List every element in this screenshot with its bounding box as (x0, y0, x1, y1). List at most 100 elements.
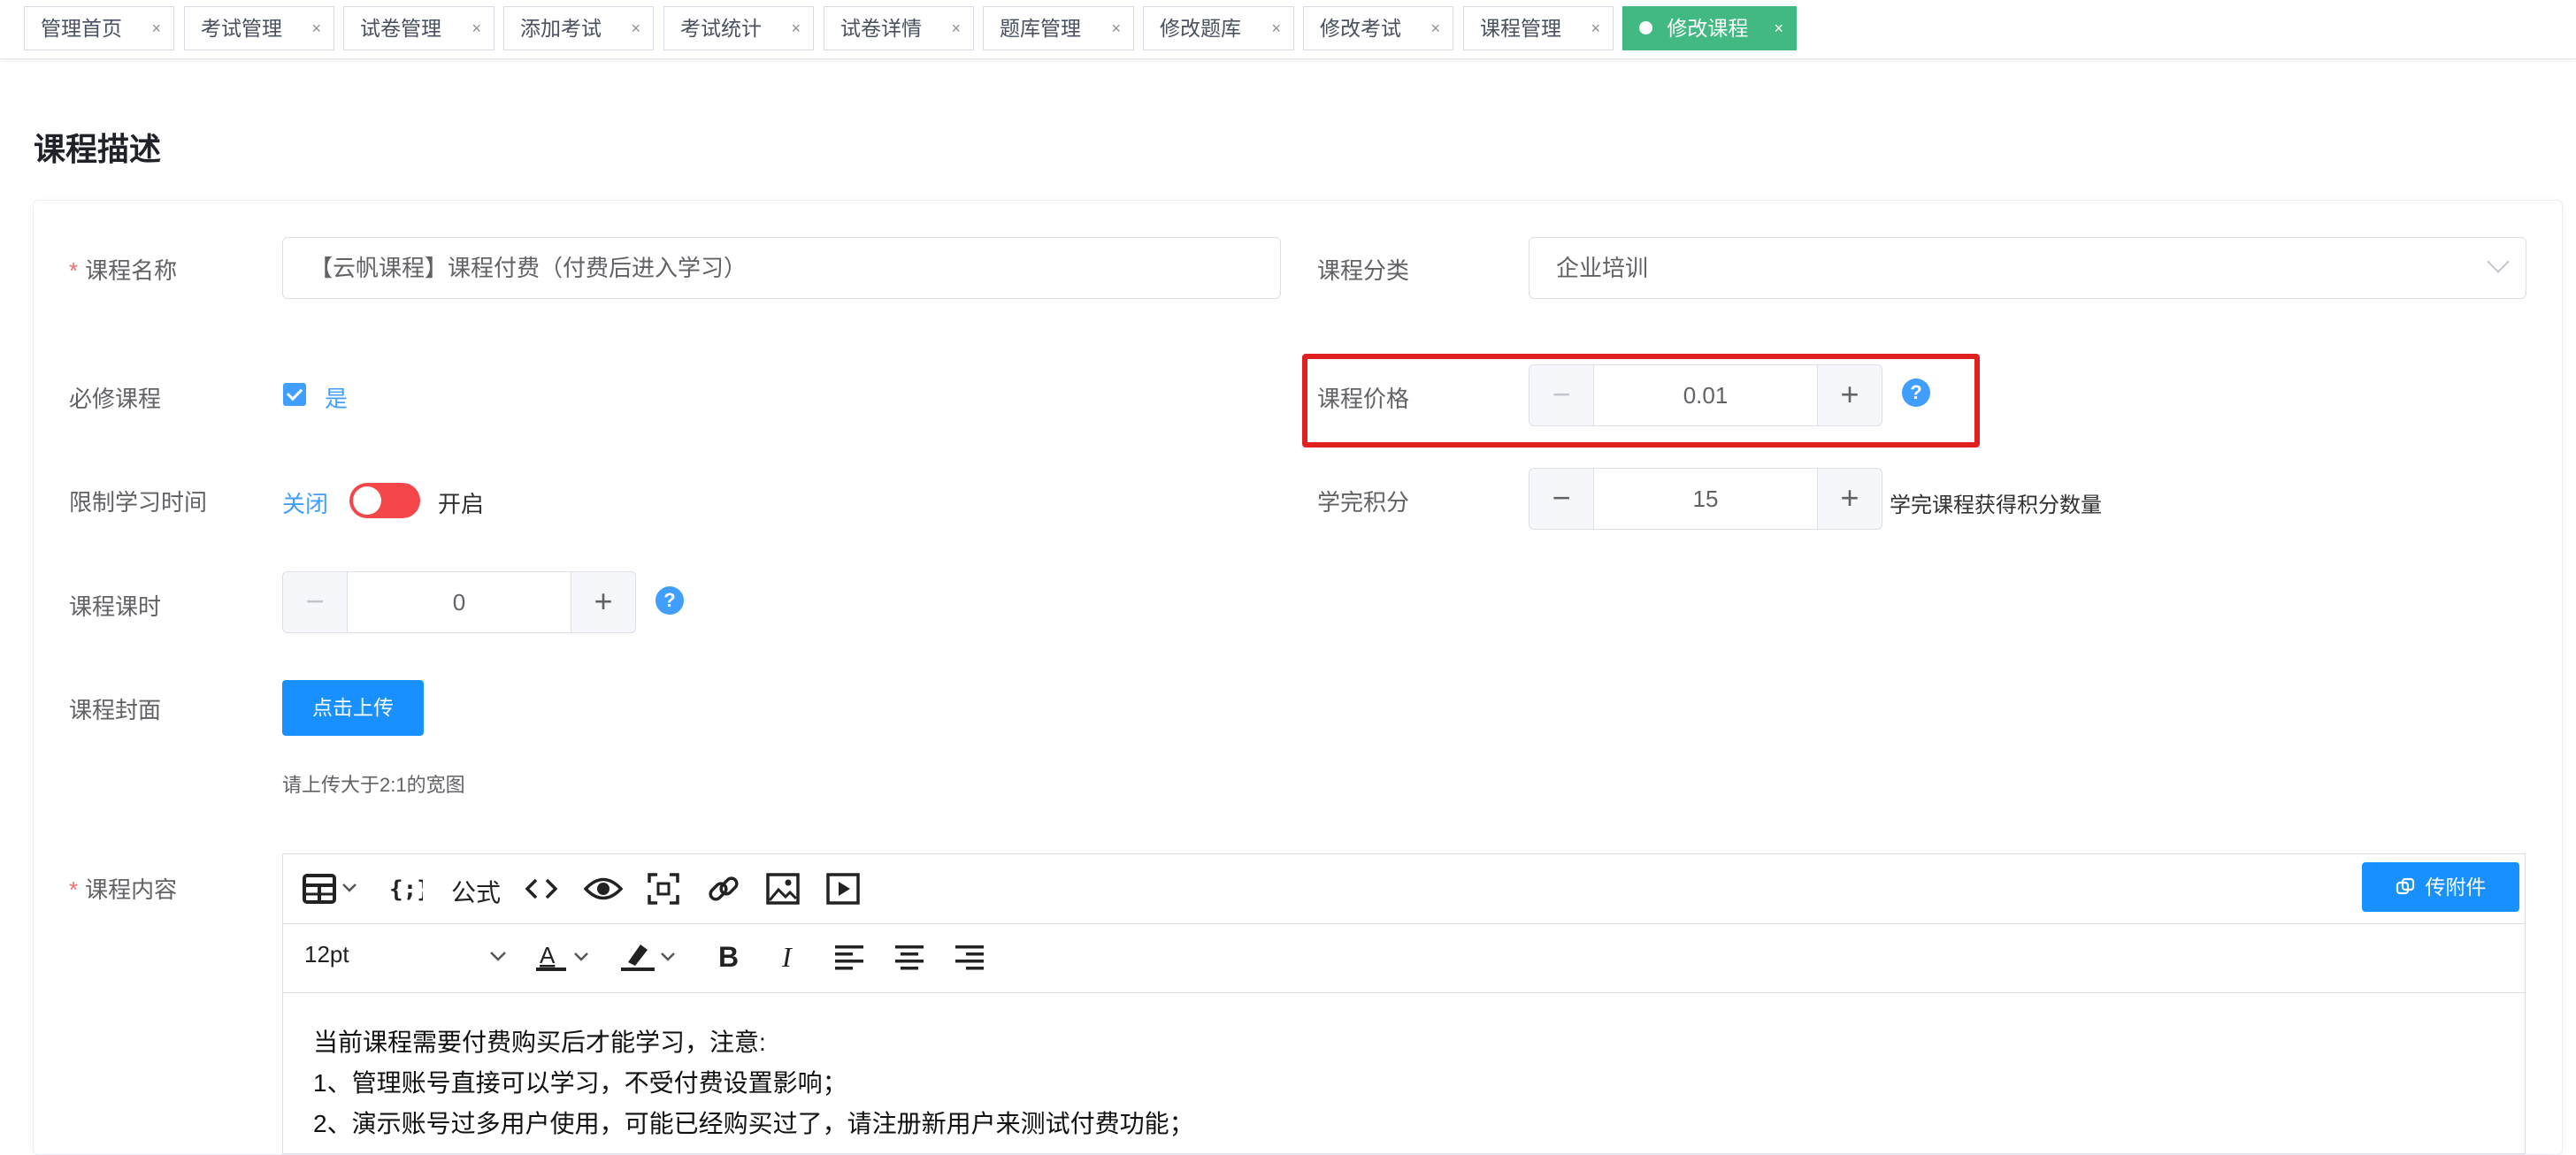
close-icon[interactable]: × (1111, 7, 1121, 50)
rich-text-editor[interactable]: {;} 公式 传附件 12pt (282, 853, 2526, 1154)
chevron-down-icon[interactable] (488, 943, 508, 975)
close-icon[interactable]: × (151, 7, 161, 50)
close-icon[interactable]: × (472, 7, 481, 50)
switch-knob (353, 486, 381, 515)
tab-exam-management[interactable]: 考试管理 × (184, 6, 334, 50)
required-course-label: 必修课程 (69, 386, 162, 412)
close-icon[interactable]: × (1271, 7, 1281, 50)
tab-label: 修改考试 (1320, 17, 1401, 40)
align-right-icon[interactable] (954, 941, 985, 979)
label-text: 课程内容 (85, 876, 178, 903)
content-line: 1、管理账号直接可以学习，不受付费设置影响； (313, 1069, 847, 1097)
completion-points-value[interactable]: 15 (1593, 469, 1818, 529)
close-icon[interactable]: × (311, 7, 321, 50)
required-course-checkbox[interactable] (283, 383, 306, 406)
text-color-icon[interactable]: A (534, 939, 591, 981)
svg-text:I: I (781, 941, 793, 973)
attach-button[interactable]: 传附件 (2362, 862, 2519, 912)
tab-label: 课程管理 (1480, 17, 1561, 40)
tab-paper-management[interactable]: 试卷管理 × (343, 6, 494, 50)
tab-admin-home[interactable]: 管理首页 × (24, 6, 174, 50)
tab-add-exam[interactable]: 添加考试 × (503, 6, 654, 50)
increment-button[interactable]: + (571, 572, 635, 632)
tab-edit-exam[interactable]: 修改考试 × (1303, 6, 1453, 50)
attachment-icon (2396, 865, 2415, 914)
bold-icon[interactable]: B (717, 939, 743, 982)
tab-label: 题库管理 (1000, 17, 1081, 40)
decrement-button[interactable]: − (1530, 469, 1594, 529)
tab-label: 管理首页 (41, 17, 122, 40)
tab-edit-course[interactable]: 修改课程 × (1622, 6, 1797, 50)
page-title: 课程描述 (34, 131, 162, 167)
align-left-icon[interactable] (833, 941, 865, 979)
close-icon[interactable]: × (1591, 7, 1600, 50)
content-line: 当前课程需要付费购买后才能学习，注意: (313, 1029, 766, 1056)
course-hours-value[interactable]: 0 (347, 572, 571, 632)
highlight-annotation (1302, 354, 1980, 447)
highlight-color-icon[interactable] (619, 939, 676, 981)
tab-exam-statistics[interactable]: 考试统计 × (663, 6, 814, 50)
increment-button[interactable]: + (1817, 469, 1882, 529)
attach-label: 传附件 (2425, 876, 2487, 899)
italic-icon[interactable]: I (777, 939, 803, 981)
course-cover-label: 课程封面 (69, 697, 162, 723)
switch-off-label[interactable]: 关闭 (282, 486, 328, 519)
required-mark: * (69, 257, 79, 284)
close-icon[interactable]: × (951, 7, 961, 50)
tab-edit-question-bank[interactable]: 修改题库 × (1143, 6, 1294, 50)
image-icon[interactable] (766, 872, 800, 912)
checkbox-label[interactable]: 是 (325, 381, 348, 414)
align-center-icon[interactable] (893, 941, 925, 979)
required-mark: * (69, 876, 79, 903)
completion-points-hint: 学完课程获得积分数量 (1890, 493, 2102, 517)
course-hours-label: 课程课时 (69, 593, 162, 620)
course-hours-stepper[interactable]: − 0 + (282, 571, 636, 633)
tab-label: 考试管理 (201, 17, 282, 40)
editor-toolbar-format: 12pt A B I (283, 923, 2525, 993)
code-sample-icon[interactable]: {;} (387, 872, 431, 912)
svg-text:B: B (718, 941, 739, 973)
formula-button[interactable]: 公式 (451, 874, 501, 909)
completion-points-stepper[interactable]: − 15 + (1529, 468, 1882, 530)
chevron-down-icon (2487, 250, 2510, 273)
video-icon[interactable] (826, 872, 860, 912)
cover-hint: 请上传大于2:1的宽图 (282, 774, 465, 796)
course-name-input[interactable]: 【云帆课程】课程付费（付费后进入学习） (282, 237, 1281, 299)
select-value: 企业培训 (1556, 255, 1649, 281)
course-content-label: * 课程内容 (69, 872, 177, 905)
table-icon[interactable] (303, 872, 361, 912)
content-line: 2、演示账号过多用户使用，可能已经购买过了，请注册新用户来测试付费功能； (313, 1110, 1194, 1137)
tab-course-management[interactable]: 课程管理 × (1463, 6, 1614, 50)
course-name-label: * 课程名称 (69, 253, 177, 286)
completion-points-label: 学完积分 (1317, 489, 1410, 516)
tab-label: 修改题库 (1160, 17, 1241, 40)
switch-on-label[interactable]: 开启 (438, 486, 484, 519)
font-size-select[interactable]: 12pt (304, 941, 349, 968)
limit-time-label: 限制学习时间 (69, 489, 208, 516)
editor-content[interactable]: 当前课程需要付费购买后才能学习，注意: 1、管理账号直接可以学习，不受付费设置影… (313, 1022, 1194, 1144)
preview-eye-icon[interactable] (583, 872, 624, 912)
fullscreen-icon[interactable] (648, 872, 679, 912)
tab-label: 试卷详情 (840, 17, 922, 40)
close-icon[interactable]: × (791, 7, 801, 50)
course-category-label: 课程分类 (1317, 257, 1410, 284)
tab-bar: 管理首页 × 考试管理 × 试卷管理 × 添加考试 × 考试统计 × 试卷详情 … (0, 0, 2576, 59)
close-icon[interactable]: × (631, 7, 640, 50)
label-text: 课程名称 (85, 257, 178, 284)
tab-label: 考试统计 (680, 17, 762, 40)
limit-time-switch[interactable] (349, 483, 420, 518)
help-icon[interactable]: ? (656, 586, 684, 615)
source-code-icon[interactable] (524, 872, 559, 912)
close-icon[interactable]: × (1430, 7, 1440, 50)
close-icon[interactable]: × (1774, 7, 1783, 50)
editor-toolbar-primary: {;} 公式 传附件 (283, 854, 2525, 924)
tab-label: 添加考试 (520, 17, 602, 40)
link-icon[interactable] (706, 872, 741, 912)
tab-paper-details[interactable]: 试卷详情 × (824, 6, 974, 50)
tab-question-bank[interactable]: 题库管理 × (983, 6, 1134, 50)
course-category-select[interactable]: 企业培训 (1529, 237, 2526, 299)
tab-label: 修改课程 (1667, 17, 1749, 40)
upload-button[interactable]: 点击上传 (282, 680, 424, 736)
decrement-button[interactable]: − (283, 572, 348, 632)
svg-text:A: A (540, 942, 556, 968)
